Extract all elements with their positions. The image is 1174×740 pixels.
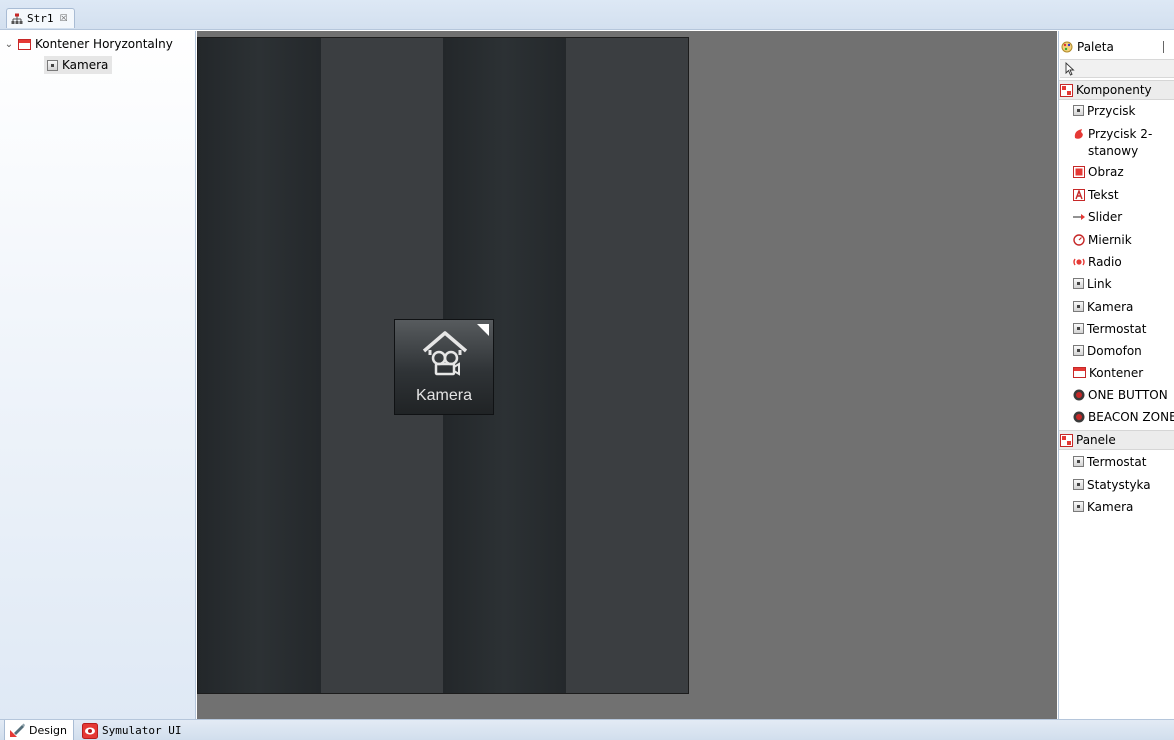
round-button-icon [1073,411,1085,423]
generic-component-icon [1073,456,1084,467]
layout-tree-icon [11,13,23,24]
generic-component-icon [1073,278,1084,289]
palette-item-label: Termostat [1087,322,1147,336]
container-icon [1073,367,1086,378]
generic-component-icon [1073,345,1084,356]
components-group-icon [1060,83,1073,97]
corner-marker-icon [477,324,489,336]
palette-item-label: Obraz [1088,165,1124,179]
generic-component-icon [47,59,58,71]
palette-item-przycisk-2-stanowy[interactable]: Przycisk 2-stanowy [1073,126,1168,160]
palette-item-panel-termostat[interactable]: Termostat [1073,454,1146,471]
tree-item-kamera[interactable]: Kamera [44,56,113,74]
palette-item-miernik[interactable]: Miernik [1073,232,1132,249]
palette-item-label: Tekst [1088,188,1119,202]
design-canvas[interactable]: Kamera [197,31,1057,719]
generic-component-icon [1073,501,1084,512]
palette-item-label: Termostat [1087,455,1147,469]
bottom-tab-bar: Design Symulator UI [0,719,1174,740]
container-icon [18,38,31,50]
image-icon [1073,166,1085,178]
palette-title: Paleta [1077,40,1114,54]
radio-icon [1073,258,1085,266]
palette-item-label: Miernik [1088,233,1132,247]
tab-str1-label: Str1 [27,12,54,25]
background-stripe [565,38,688,693]
palette-item-obraz[interactable]: Obraz [1073,164,1124,181]
palette-group-label: Komponenty [1076,83,1152,97]
select-tool[interactable] [1060,59,1174,78]
palette-group-label: Panele [1076,433,1116,447]
generic-component-icon [1073,301,1084,312]
palette-item-label: BEACON ZONE [1088,410,1174,424]
chevron-down-icon[interactable]: ⌄ [4,39,14,50]
tree-item-label: Kamera [62,58,109,72]
round-button-icon [1073,389,1085,401]
palette-item-kamera[interactable]: Kamera [1073,299,1133,316]
palette-item-slider[interactable]: Slider [1073,209,1122,226]
palette-item-label: Kamera [1087,300,1134,314]
palette-item-link[interactable]: Link [1073,276,1112,293]
palette-group-komponenty[interactable]: Komponenty [1059,80,1174,100]
palette-item-label: Przycisk 2-stanowy [1088,127,1153,158]
palette-header: Paleta [1061,37,1114,57]
generic-component-icon [1073,323,1084,334]
panels-group-icon [1060,433,1073,447]
palette-item-label: Radio [1088,255,1122,269]
palette-panel: Paleta Komponenty Przycisk Przycisk 2-st… [1058,31,1174,719]
text-icon [1073,189,1085,201]
palette-item-label: Domofon [1087,344,1142,358]
home-camera-icon [422,331,468,376]
palette-item-one-button[interactable]: ONE BUTTON [1073,387,1168,404]
arrow-pointer-icon [1065,62,1075,76]
palette-item-label: Kamera [1087,500,1134,514]
generic-component-icon [1073,479,1084,490]
kamera-widget-label: Kamera [415,387,473,404]
toggle-button-icon [1074,129,1083,139]
palette-item-radio[interactable]: Radio [1073,254,1122,271]
design-icon [10,723,25,737]
gauge-icon [1073,234,1085,246]
tab-symulator-label: Symulator UI [102,724,182,737]
palette-item-tekst[interactable]: Tekst [1073,187,1119,204]
component-tree: ⌄ Kontener Horyzontalny Kamera [0,31,196,719]
palette-item-label: Statystyka [1087,478,1151,492]
palette-item-panel-kamera[interactable]: Kamera [1073,499,1133,516]
slider-icon [1073,214,1085,220]
generic-component-icon [1073,105,1084,116]
tab-symulator-ui[interactable]: Symulator UI [78,720,187,740]
palette-menu-icon[interactable] [1163,41,1173,53]
kamera-widget[interactable]: Kamera [394,319,494,415]
palette-item-termostat[interactable]: Termostat [1073,321,1146,338]
palette-group-panele[interactable]: Panele [1059,430,1174,450]
palette-item-label: Przycisk [1087,104,1136,118]
palette-item-statystyka[interactable]: Statystyka [1073,477,1151,494]
horizontal-container-frame[interactable]: Kamera [197,37,689,694]
palette-item-label: ONE BUTTON [1088,388,1168,402]
tree-item-kontener-horyzontalny[interactable]: ⌄ Kontener Horyzontalny [4,35,173,53]
tab-design[interactable]: Design [4,720,74,740]
palette-item-kontener[interactable]: Kontener [1073,365,1143,382]
tab-design-label: Design [29,723,67,737]
tab-str1[interactable]: Str1 ☒ [6,8,75,28]
tree-item-label: Kontener Horyzontalny [35,37,173,51]
palette-item-label: Slider [1088,210,1123,224]
palette-item-label: Kontener [1089,366,1144,380]
background-stripe [198,38,321,693]
palette-item-domofon[interactable]: Domofon [1073,343,1142,360]
palette-item-beacon-zone[interactable]: BEACON ZONE [1073,409,1174,426]
palette-item-przycisk[interactable]: Przycisk [1073,103,1136,120]
editor-tab-bar: Str1 ☒ [0,0,1174,30]
palette-icon [1061,41,1073,53]
palette-item-label: Link [1087,277,1112,291]
close-icon[interactable]: ☒ [60,14,68,24]
simulator-icon [82,722,98,739]
